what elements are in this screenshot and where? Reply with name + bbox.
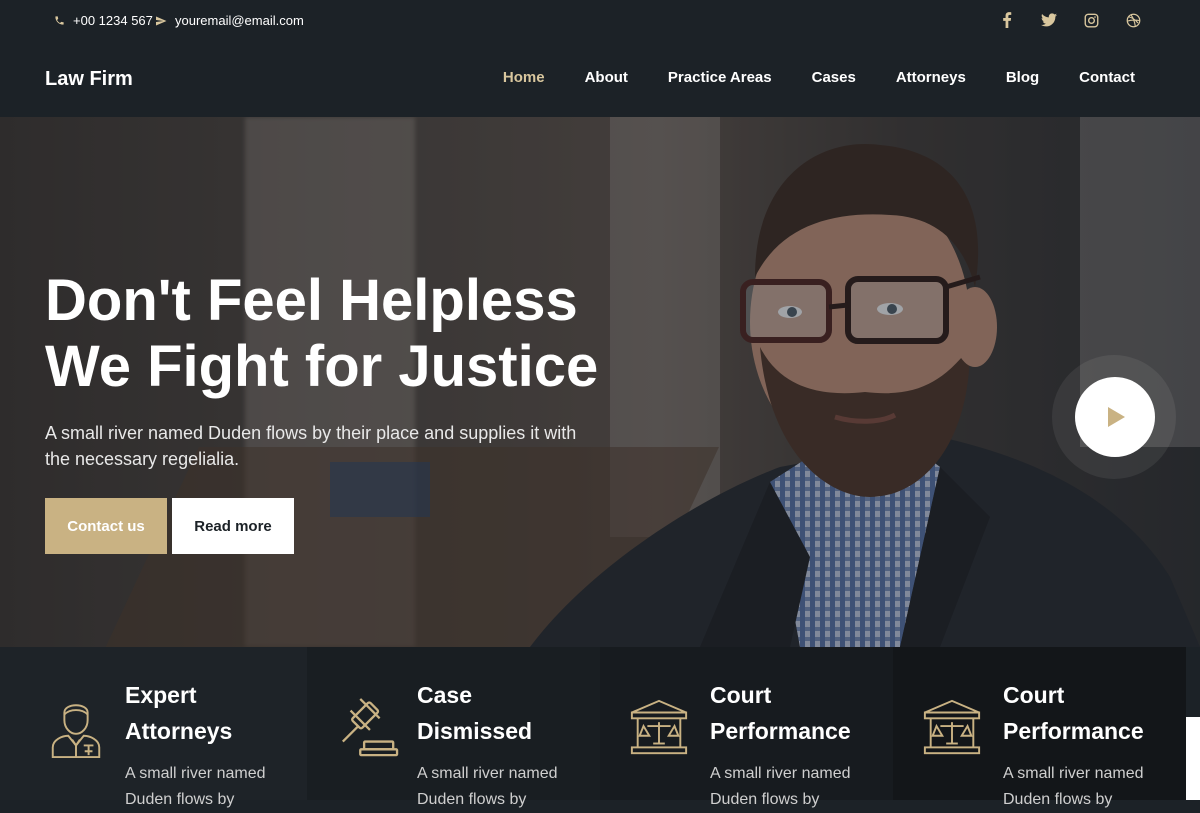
email-contact[interactable]: youremail@email.com (155, 13, 304, 28)
phone-text: +00 1234 567 (73, 13, 153, 28)
feature-card: Case Dismissed A small river named Duden… (307, 647, 600, 808)
brand-logo[interactable]: Law Firm (45, 68, 133, 91)
courthouse-icon (630, 699, 688, 755)
navbar: Law Firm Home About Practice Areas Cases… (0, 42, 1200, 117)
page-edge (1186, 717, 1200, 800)
courthouse-icon (923, 699, 981, 755)
main-nav: Home About Practice Areas Cases Attorney… (483, 69, 1135, 86)
phone-contact[interactable]: +00 1234 567 (53, 13, 153, 28)
feature-text: A small river named Duden flows by (417, 765, 558, 808)
feature-text: A small river named Duden flows by (710, 765, 851, 808)
hero-title: Don't Feel Helpless We Fight for Justice (45, 268, 598, 400)
dribbble-icon[interactable] (1124, 10, 1142, 30)
nav-item-attorneys[interactable]: Attorneys (876, 69, 986, 86)
paper-plane-icon (155, 15, 167, 27)
hero-description: A small river named Duden flows by their… (45, 423, 577, 469)
nav-item-contact[interactable]: Contact (1059, 69, 1135, 86)
contact-us-button[interactable]: Contact us (45, 498, 167, 554)
nav-item-cases[interactable]: Cases (792, 69, 876, 86)
feature-card: Court Performance A small river named Du… (600, 647, 893, 808)
nav-item-home[interactable]: Home (483, 69, 565, 86)
email-text: youremail@email.com (175, 13, 304, 28)
feature-text: A small river named Duden flows by (125, 765, 266, 808)
instagram-icon[interactable] (1082, 10, 1100, 30)
topbar: +00 1234 567 youremail@email.com (0, 0, 1200, 42)
features-strip: Expert Attorneys A small river named Dud… (0, 647, 1186, 808)
nav-item-practice-areas[interactable]: Practice Areas (648, 69, 792, 86)
feature-title: Court Performance (710, 682, 851, 744)
read-more-button[interactable]: Read more (172, 498, 294, 554)
play-video-button[interactable] (1075, 377, 1155, 457)
feature-title: Court Performance (1003, 682, 1144, 744)
facebook-icon[interactable] (998, 10, 1016, 30)
play-icon (1108, 407, 1125, 427)
feature-text: A small river named Duden flows by (1003, 765, 1144, 808)
phone-icon (53, 15, 65, 26)
feature-card: Court Performance A small river named Du… (893, 647, 1186, 808)
nav-item-about[interactable]: About (565, 69, 648, 86)
attorney-icon (51, 704, 101, 759)
feature-title: Case Dismissed (417, 682, 533, 744)
feature-card: Expert Attorneys A small river named Dud… (0, 647, 307, 808)
twitter-icon[interactable] (1040, 10, 1058, 30)
hero-title-line: Don't Feel Helpless (45, 268, 578, 333)
social-links (998, 10, 1142, 30)
gavel-icon (341, 698, 399, 757)
nav-item-blog[interactable]: Blog (986, 69, 1059, 86)
feature-title: Expert Attorneys (125, 682, 233, 744)
hero-title-line: We Fight for Justice (45, 334, 599, 399)
